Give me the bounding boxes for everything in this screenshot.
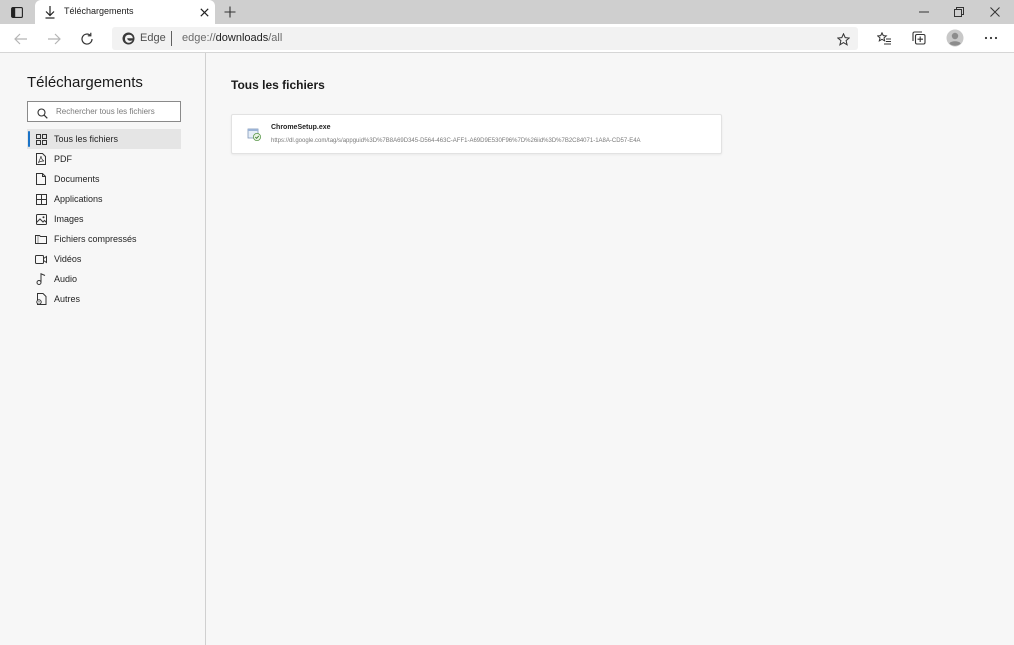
- category-label: PDF: [54, 154, 72, 164]
- back-button[interactable]: [10, 28, 32, 50]
- minimize-icon: [919, 11, 929, 13]
- settings-menu-button[interactable]: [981, 28, 1001, 48]
- category-images[interactable]: Images: [27, 209, 181, 229]
- search-input[interactable]: [56, 104, 178, 119]
- profile-button[interactable]: [945, 28, 965, 48]
- archive-icon: [35, 233, 47, 245]
- tab-downloads[interactable]: Téléchargements: [35, 0, 215, 24]
- url-path: /all: [268, 32, 283, 44]
- collections-icon: [912, 31, 926, 45]
- star-icon: [836, 32, 850, 46]
- forward-button[interactable]: [43, 28, 65, 50]
- pdf-icon: [35, 153, 47, 165]
- downloads-main: Tous les fichiers ChromeSetup.exe https:…: [206, 53, 1014, 645]
- download-item[interactable]: ChromeSetup.exe https://dl.google.com/ta…: [231, 114, 722, 154]
- arrow-left-icon: [14, 33, 27, 45]
- other-file-icon: [35, 293, 47, 305]
- minimize-button[interactable]: [906, 0, 942, 24]
- tab-actions-icon: [11, 6, 23, 18]
- file-name-link[interactable]: ChromeSetup.exe: [271, 124, 331, 131]
- category-label: Tous les fichiers: [54, 134, 119, 144]
- browser-toolbar: Edge edge://downloads/all: [0, 24, 1014, 53]
- close-icon: [990, 7, 1000, 17]
- category-label: Documents: [54, 174, 100, 184]
- address-separator: [171, 31, 172, 46]
- category-pdf[interactable]: PDF: [27, 149, 181, 169]
- avatar-icon: [946, 29, 964, 47]
- url-scheme: edge://: [182, 32, 216, 44]
- more-dots-icon: [984, 36, 998, 40]
- video-icon: [35, 253, 47, 265]
- category-videos[interactable]: Vidéos: [27, 249, 181, 269]
- sidebar-title: Téléchargements: [27, 74, 143, 91]
- edge-logo-icon: [122, 32, 135, 45]
- grid-icon: [35, 133, 47, 145]
- restore-button[interactable]: [941, 0, 977, 24]
- category-label: Vidéos: [54, 254, 82, 264]
- downloads-sidebar: Téléchargements Tous les fichiers PDF Do…: [0, 53, 206, 645]
- favorites-button[interactable]: [874, 28, 894, 48]
- download-arrow-icon: [43, 4, 57, 20]
- search-icon: [37, 106, 48, 119]
- category-applications[interactable]: Applications: [27, 189, 181, 209]
- add-favorite-button[interactable]: [835, 31, 851, 47]
- collections-button[interactable]: [909, 28, 929, 48]
- category-audio[interactable]: Audio: [27, 269, 181, 289]
- edge-brand-label: Edge: [140, 32, 166, 44]
- category-label: Audio: [54, 274, 78, 284]
- arrow-right-icon: [48, 33, 61, 45]
- refresh-icon: [81, 32, 93, 45]
- category-label: Images: [54, 214, 84, 224]
- search-box[interactable]: [27, 101, 181, 122]
- tab-title: Téléchargements: [64, 6, 134, 16]
- new-tab-button[interactable]: [221, 3, 239, 21]
- category-label: Fichiers compressés: [54, 234, 137, 244]
- installer-file-icon: [247, 127, 262, 142]
- page-title: Tous les fichiers: [231, 78, 325, 92]
- restore-icon: [954, 7, 964, 17]
- tab-actions-button[interactable]: [8, 4, 26, 20]
- category-all-files[interactable]: Tous les fichiers: [27, 129, 181, 149]
- plus-icon: [224, 6, 236, 18]
- url-host: downloads: [215, 32, 269, 44]
- category-documents[interactable]: Documents: [27, 169, 181, 189]
- tab-strip: Téléchargements: [0, 0, 1014, 24]
- applications-icon: [35, 193, 47, 205]
- url-text: edge://downloads/all: [182, 32, 282, 44]
- document-icon: [35, 173, 47, 185]
- image-icon: [35, 213, 47, 225]
- music-note-icon: [35, 273, 47, 285]
- close-window-button[interactable]: [977, 0, 1013, 24]
- category-others[interactable]: Autres: [27, 289, 181, 309]
- category-list: Tous les fichiers PDF Documents Applicat…: [27, 129, 181, 309]
- category-compressed[interactable]: Fichiers compressés: [27, 229, 181, 249]
- refresh-button[interactable]: [76, 28, 98, 50]
- favorites-list-icon: [876, 31, 891, 44]
- address-bar[interactable]: Edge edge://downloads/all: [112, 27, 858, 50]
- file-source-url: https://dl.google.com/tag/s/appguid%3D%7…: [271, 138, 641, 144]
- category-label: Autres: [54, 294, 81, 304]
- category-label: Applications: [54, 194, 103, 204]
- tab-close-button[interactable]: [197, 4, 211, 20]
- close-icon: [199, 7, 209, 17]
